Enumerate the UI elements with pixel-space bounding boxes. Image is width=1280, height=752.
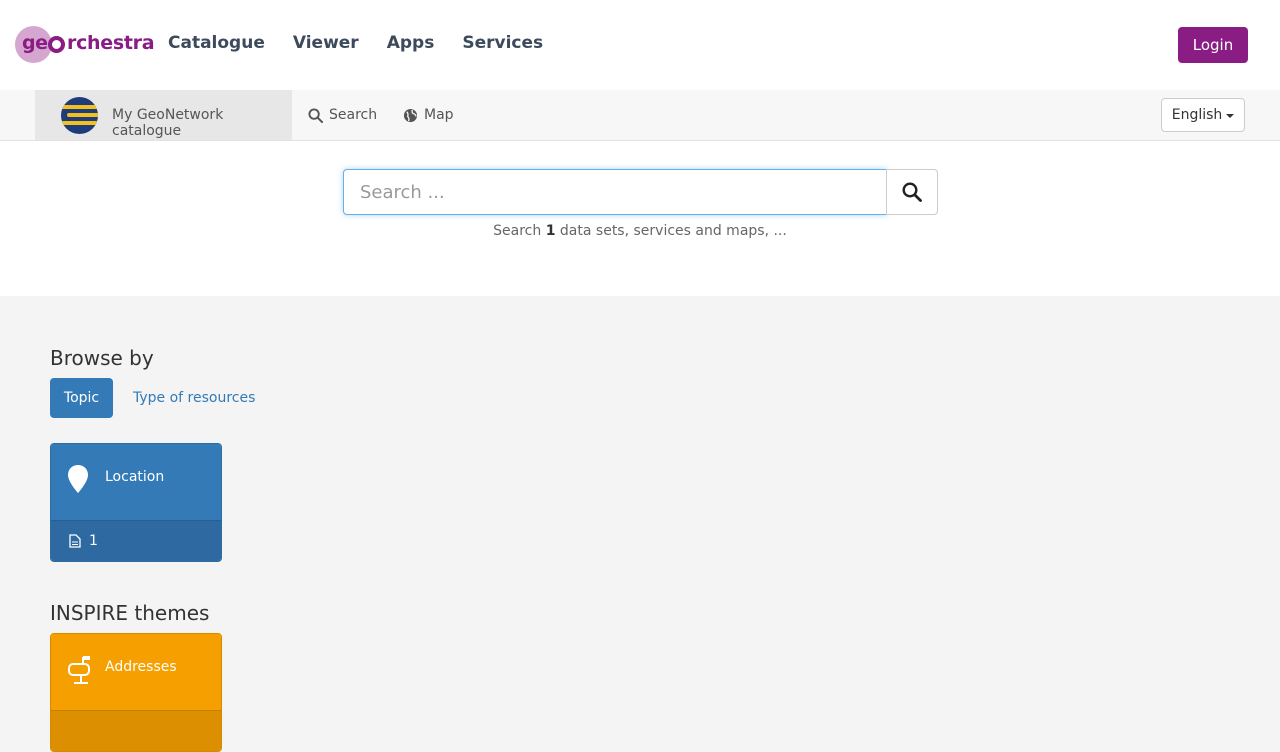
search-input[interactable] bbox=[343, 169, 887, 215]
mailbox-icon bbox=[68, 656, 90, 684]
catalogue-name: My GeoNetwork catalogue bbox=[112, 107, 224, 139]
search-button[interactable] bbox=[886, 169, 938, 215]
browse-title: Browse by bbox=[50, 346, 154, 370]
subnav-map-label: Map bbox=[424, 107, 454, 123]
subnav-search-link[interactable]: Search bbox=[308, 107, 377, 123]
language-label: English bbox=[1171, 107, 1223, 123]
map-marker-icon bbox=[68, 465, 88, 493]
search-icon bbox=[308, 107, 323, 123]
inspire-title: INSPIRE themes bbox=[50, 601, 210, 625]
search-hint: Search 1 data sets, services and maps, .… bbox=[0, 223, 1280, 239]
nav-apps[interactable]: Apps bbox=[387, 33, 435, 53]
georchestra-logo[interactable]: ge rchestra bbox=[15, 26, 155, 64]
top-header: ge rchestra Catalogue Viewer Apps Servic… bbox=[0, 0, 1280, 90]
search-section: Search 1 data sets, services and maps, .… bbox=[0, 141, 1280, 296]
card-label: Addresses bbox=[105, 659, 177, 675]
language-dropdown[interactable]: English bbox=[1161, 98, 1245, 132]
subnav-search-label: Search bbox=[329, 107, 378, 123]
logo-text-rchestra: rchestra bbox=[67, 32, 155, 54]
nav-viewer[interactable]: Viewer bbox=[293, 33, 359, 53]
topic-card-location[interactable]: Location 1 bbox=[50, 443, 222, 562]
logo-ring bbox=[48, 36, 65, 53]
globe-icon bbox=[403, 108, 418, 122]
document-icon bbox=[69, 534, 81, 548]
geonetwork-logo-icon bbox=[61, 97, 98, 134]
search-hint-suffix: data sets, services and maps, ... bbox=[559, 223, 787, 239]
catalogue-brand[interactable]: My GeoNetwork catalogue bbox=[35, 90, 292, 140]
inspire-card-addresses[interactable]: Addresses bbox=[50, 633, 222, 752]
card-count: 1 bbox=[89, 533, 98, 549]
nav-catalogue[interactable]: Catalogue bbox=[168, 33, 265, 53]
subnav-map-link[interactable]: Map bbox=[403, 107, 454, 123]
tab-topic[interactable]: Topic bbox=[50, 378, 113, 418]
search-hint-prefix: Search bbox=[493, 223, 542, 239]
nav-services[interactable]: Services bbox=[462, 33, 543, 53]
search-hint-count: 1 bbox=[545, 223, 556, 239]
login-button[interactable]: Login bbox=[1178, 27, 1248, 63]
catalogue-navbar: My GeoNetwork catalogue Search Map Engli… bbox=[0, 90, 1280, 141]
card-label: Location bbox=[105, 469, 165, 485]
search-icon bbox=[902, 182, 922, 202]
tab-type-of-resources[interactable]: Type of resources bbox=[133, 390, 255, 406]
logo-text-ge: ge bbox=[22, 32, 48, 54]
caret-down-icon bbox=[1226, 114, 1235, 118]
top-nav: Catalogue Viewer Apps Services bbox=[168, 33, 571, 53]
